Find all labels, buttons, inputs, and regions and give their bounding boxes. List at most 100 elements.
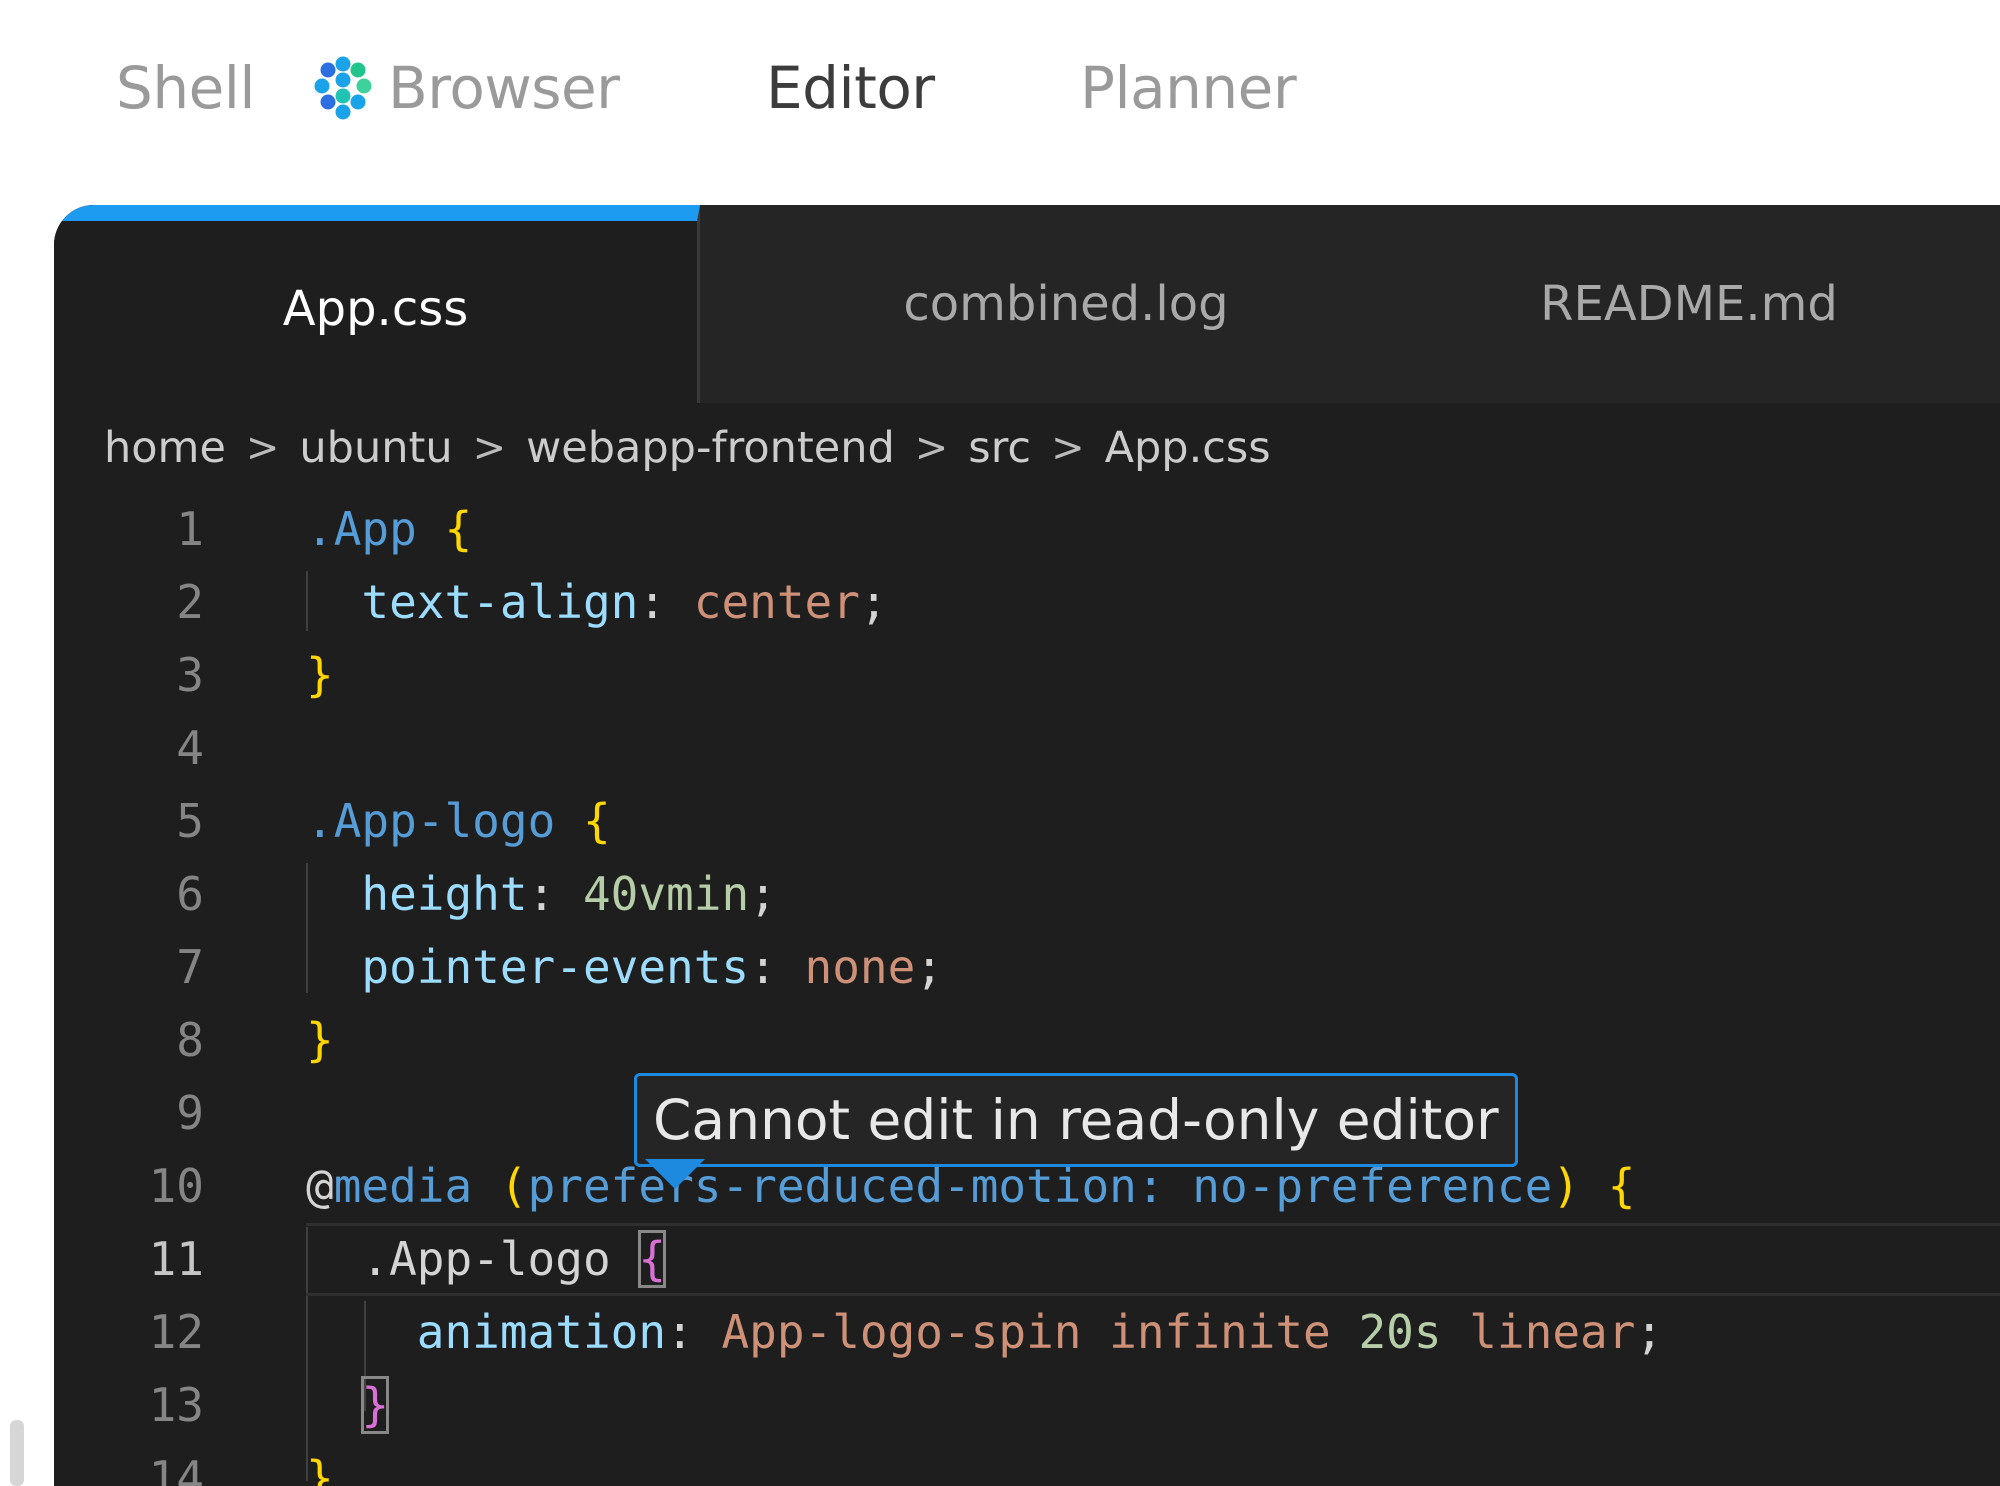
file-tab-app-css[interactable]: App.css: [54, 205, 700, 403]
code-line: 13 }: [54, 1369, 2000, 1442]
line-number: 14: [148, 1451, 204, 1486]
line-content: .App-logo {: [306, 785, 2000, 858]
breadcrumb: home > ubuntu > webapp-frontend > src > …: [54, 403, 2000, 493]
breadcrumb-webapp-frontend[interactable]: webapp-frontend: [526, 423, 895, 473]
code-token: }: [306, 1451, 334, 1486]
code-token: text-align: [361, 575, 639, 629]
code-token: }: [306, 1013, 334, 1067]
code-line: 1 .App {: [54, 493, 2000, 566]
tab-editor[interactable]: Editor: [766, 48, 935, 128]
code-token: :: [749, 940, 777, 994]
line-number: 8: [176, 1013, 204, 1067]
code-token: linear: [1469, 1305, 1636, 1359]
line-number: 4: [176, 721, 204, 775]
app-tab-bar: Shell Browser Editor Planner: [0, 0, 2000, 180]
breadcrumb-home[interactable]: home: [104, 423, 226, 473]
code-token: ): [1552, 1159, 1580, 1213]
code-token: :: [666, 1305, 694, 1359]
code-token: (: [499, 1159, 528, 1213]
code-line: 4: [54, 712, 2000, 785]
code-token: :: [527, 867, 556, 921]
line-content: [306, 712, 2000, 785]
breadcrumb-ubuntu[interactable]: ubuntu: [299, 423, 452, 473]
code-token: }: [306, 648, 334, 702]
code-line: 8 }: [54, 1004, 2000, 1077]
line-number: 11: [148, 1232, 204, 1286]
code-token: @: [306, 1159, 334, 1213]
matched-bracket: {: [638, 1230, 667, 1288]
code-token: .: [306, 502, 334, 556]
breadcrumb-src[interactable]: src: [968, 423, 1031, 473]
code-token: infinite: [1109, 1305, 1331, 1359]
code-token: App-logo-spin: [721, 1305, 1082, 1359]
code-token: animation: [416, 1305, 667, 1359]
code-token: App-logo: [333, 794, 556, 848]
code-token: ;: [915, 940, 944, 994]
breadcrumb-separator: >: [472, 425, 507, 471]
line-number: 1: [176, 502, 204, 556]
code-line: 5 .App-logo {: [54, 785, 2000, 858]
code-line: 2 text-align: center;: [54, 566, 2000, 639]
file-tab-combined-log[interactable]: combined.log: [730, 205, 1402, 403]
breadcrumb-separator: >: [245, 425, 280, 471]
code-token: none: [804, 940, 916, 994]
line-content: text-align: center;: [306, 566, 2000, 639]
line-content: }: [306, 1442, 2000, 1486]
read-only-tooltip: Cannot edit in read-only editor: [634, 1073, 1518, 1167]
line-number: 9: [176, 1086, 204, 1140]
breadcrumb-app-css[interactable]: App.css: [1105, 423, 1271, 473]
code-token: ;: [1635, 1305, 1664, 1359]
code-line: 14 }: [54, 1442, 2000, 1486]
tab-browser[interactable]: Browser: [388, 48, 620, 128]
breadcrumb-separator: >: [1051, 425, 1085, 471]
code-area[interactable]: 1 .App { 2 text-align: center; 3 } 4 5 .…: [54, 493, 2000, 1486]
line-number: 13: [148, 1378, 204, 1432]
line-number: 10: [148, 1159, 204, 1213]
code-token: media: [333, 1159, 473, 1213]
code-editor: App.css combined.log README.md home > ub…: [54, 205, 2000, 1486]
line-content: .App {: [306, 493, 2000, 566]
code-token: .App-logo: [361, 1232, 611, 1286]
tooltip-arrow-icon: [645, 1159, 705, 1189]
matched-bracket: }: [361, 1376, 390, 1434]
line-content: pointer-events: none;: [306, 931, 2000, 1004]
page-scrollbar[interactable]: [10, 1420, 24, 1486]
line-content: .App-logo {: [306, 1223, 2000, 1296]
line-number: 5: [176, 794, 204, 848]
code-token: 40vmin: [582, 867, 750, 921]
breadcrumb-separator: >: [914, 425, 949, 471]
code-token: height: [361, 867, 528, 921]
line-content: height: 40vmin;: [306, 858, 2000, 931]
line-content: }: [306, 1369, 2000, 1442]
code-token: ;: [749, 867, 777, 921]
code-token: {: [444, 502, 473, 556]
code-token: App: [333, 502, 417, 556]
code-line-current: 11 .App-logo {: [54, 1223, 2000, 1296]
code-line: 12 animation: App-logo-spin infinite 20s…: [54, 1296, 2000, 1369]
file-tab-readme-md[interactable]: README.md: [1374, 205, 2000, 403]
line-number: 6: [176, 867, 204, 921]
code-line: 6 height: 40vmin;: [54, 858, 2000, 931]
code-line: 3 }: [54, 639, 2000, 712]
file-tab-bar: App.css combined.log README.md: [54, 205, 2000, 403]
line-number: 3: [176, 648, 204, 702]
code-token: {: [1607, 1159, 1636, 1213]
code-token: center: [693, 575, 860, 629]
code-token: :: [638, 575, 667, 629]
tab-shell[interactable]: Shell: [116, 48, 256, 128]
code-token: 20s: [1358, 1305, 1442, 1359]
code-token: ;: [859, 575, 888, 629]
tab-planner[interactable]: Planner: [1080, 48, 1297, 128]
code-token: {: [582, 794, 611, 848]
line-number: 2: [176, 575, 204, 629]
line-content: animation: App-logo-spin infinite 20s li…: [306, 1296, 2000, 1369]
